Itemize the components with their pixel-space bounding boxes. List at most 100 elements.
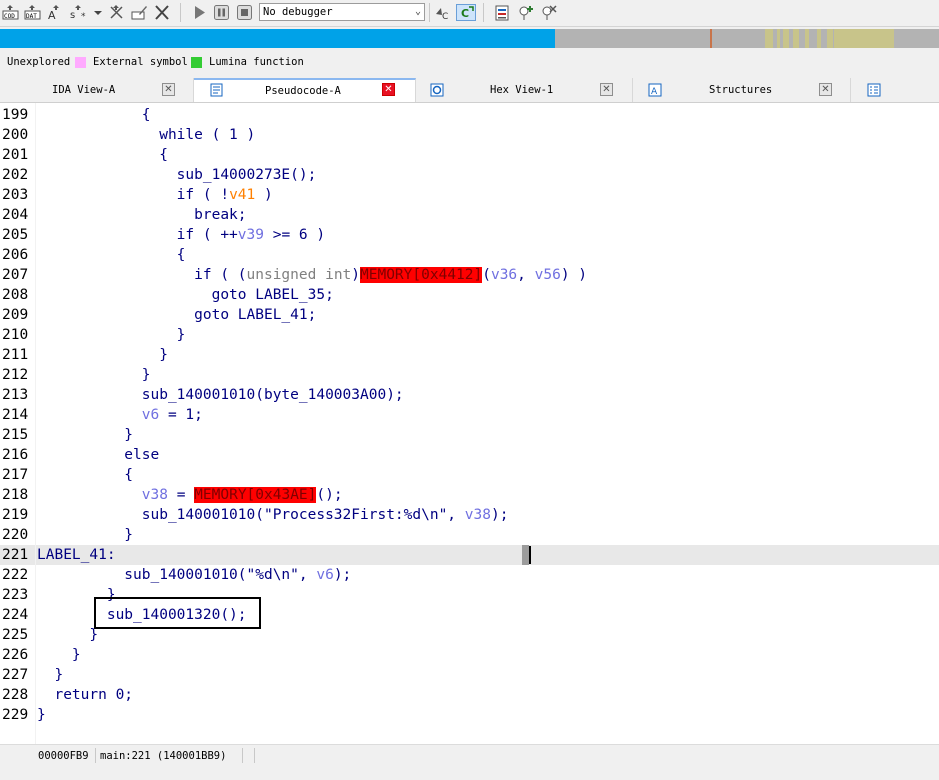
code-token[interactable]: break;	[37, 207, 246, 223]
debugger-select[interactable]: No debugger ⌄	[259, 3, 425, 21]
code-text[interactable]: v38 = MEMORY[0x43AE]();	[37, 485, 343, 505]
code-text[interactable]: {	[37, 145, 168, 165]
code-token[interactable]: unsigned int	[247, 267, 352, 283]
code-text[interactable]: }	[37, 525, 133, 545]
code-token[interactable]: >= 6 )	[264, 227, 325, 243]
code-token[interactable]: =	[168, 487, 194, 503]
code-text[interactable]: sub_140001010(byte_140003A00);	[37, 385, 404, 405]
code-text[interactable]: }	[37, 665, 63, 685]
sync-view-icon[interactable]: C	[456, 4, 476, 21]
code-token[interactable]	[37, 407, 142, 423]
add-breakpoint-icon[interactable]	[518, 4, 535, 21]
code-token[interactable]	[37, 487, 142, 503]
code-text[interactable]: else	[37, 445, 159, 465]
code-text[interactable]: goto LABEL_41;	[37, 305, 316, 325]
pseudocode-editor[interactable]: 229} 228 return 0; 227 } 226 } 225 } 224 sub_…	[0, 103, 939, 744]
code-token[interactable]: }	[37, 647, 81, 663]
code-text[interactable]: sub_140001010("Process32First:%d\n", v38…	[37, 505, 509, 525]
code-token[interactable]: (	[482, 267, 491, 283]
code-token[interactable]: }	[37, 367, 151, 383]
code-line[interactable]: 229}	[0, 705, 939, 725]
code-text[interactable]: if ( (unsigned int)MEMORY[0x4412](v36, v…	[37, 265, 587, 285]
code-token[interactable]: while ( 1 )	[37, 127, 255, 143]
code-line[interactable]: 210 }	[0, 325, 939, 345]
code-text[interactable]: {	[37, 105, 151, 125]
code-line[interactable]: 226 }	[0, 645, 939, 665]
close-icon[interactable]: ✕	[600, 83, 613, 96]
code-token[interactable]: }	[37, 527, 133, 543]
code-line[interactable]: 200 while ( 1 )	[0, 125, 939, 145]
code-line[interactable]: 201 {	[0, 145, 939, 165]
code-line[interactable]: 204 break;	[0, 205, 939, 225]
code-line[interactable]: 202 sub_14000273E();	[0, 165, 939, 185]
code-text[interactable]: }	[37, 425, 133, 445]
code-text[interactable]: }	[37, 705, 46, 725]
code-line[interactable]: 215 }	[0, 425, 939, 445]
variable-token[interactable]: v6	[316, 567, 333, 583]
code-token[interactable]: }	[37, 347, 168, 363]
make-code-icon[interactable]: COD	[2, 4, 19, 21]
code-token[interactable]: if ( !	[37, 187, 229, 203]
code-text[interactable]: }	[37, 325, 186, 345]
code-token[interactable]: sub_140001010("Process32First:%d\n",	[37, 507, 465, 523]
code-token[interactable]: goto LABEL_41;	[37, 307, 316, 323]
code-token[interactable]: ,	[517, 267, 534, 283]
code-text[interactable]: }	[37, 345, 168, 365]
remove-breakpoint-icon[interactable]	[541, 4, 558, 21]
tab-pseudocode-a[interactable]: Pseudocode-A ✕	[194, 78, 416, 102]
code-token[interactable]: {	[37, 247, 186, 263]
code-text[interactable]: goto LABEL_35;	[37, 285, 334, 305]
code-token[interactable]: )	[351, 267, 360, 283]
breakpoint-list-icon[interactable]	[494, 4, 511, 21]
code-text[interactable]: sub_14000273E();	[37, 165, 317, 185]
close-icon[interactable]: ✕	[382, 83, 395, 96]
code-line[interactable]: 216 else	[0, 445, 939, 465]
unresolved-address-token[interactable]: MEMORY[0x43AE]	[194, 487, 317, 503]
code-token[interactable]: sub_140001010("%d\n",	[37, 567, 316, 583]
code-line[interactable]: 213 sub_140001010(byte_140003A00);	[0, 385, 939, 405]
code-text[interactable]: break;	[37, 205, 246, 225]
code-token[interactable]: {	[37, 107, 151, 123]
code-token[interactable]: sub_14000273E();	[37, 167, 317, 183]
code-token[interactable]: LABEL_41:	[37, 547, 116, 563]
tab-structures[interactable]: A Structures ✕	[633, 78, 851, 102]
code-text[interactable]: }	[37, 645, 81, 665]
trace-icon[interactable]: C	[434, 4, 451, 21]
code-token[interactable]: return 0;	[37, 687, 133, 703]
code-text[interactable]: while ( 1 )	[37, 125, 255, 145]
code-token[interactable]: }	[37, 707, 46, 723]
code-token[interactable]: sub_140001010(byte_140003A00);	[37, 387, 404, 403]
unresolved-address-token[interactable]: MEMORY[0x4412]	[360, 267, 483, 283]
code-token[interactable]: }	[37, 327, 186, 343]
code-line[interactable]: 206 {	[0, 245, 939, 265]
make-string-icon[interactable]: A	[46, 4, 63, 21]
code-line[interactable]: 222 sub_140001010("%d\n", v6);	[0, 565, 939, 585]
code-token[interactable]: );	[334, 567, 351, 583]
code-token[interactable]: = 1;	[159, 407, 203, 423]
code-line[interactable]: 219 sub_140001010("Process32First:%d\n",…	[0, 505, 939, 525]
close-icon[interactable]: ✕	[819, 83, 832, 96]
tab-enums[interactable]	[851, 78, 939, 102]
close-icon[interactable]	[153, 4, 171, 21]
code-text[interactable]: if ( ++v39 >= 6 )	[37, 225, 325, 245]
code-token[interactable]: {	[37, 467, 133, 483]
variable-token[interactable]: v56	[535, 267, 561, 283]
close-icon[interactable]: ✕	[162, 83, 175, 96]
variable-token[interactable]: v39	[238, 227, 264, 243]
code-line[interactable]: 218 v38 = MEMORY[0x43AE]();	[0, 485, 939, 505]
code-line[interactable]: 211 }	[0, 345, 939, 365]
code-line[interactable]: 203 if ( !v41 )	[0, 185, 939, 205]
make-data-icon[interactable]: DAT	[24, 4, 41, 21]
code-line[interactable]: 217 {	[0, 465, 939, 485]
code-token[interactable]: )	[255, 187, 273, 203]
code-text[interactable]: v6 = 1;	[37, 405, 203, 425]
code-text[interactable]: return 0;	[37, 685, 133, 705]
tab-ida-view-a[interactable]: IDA View-A ✕	[0, 78, 194, 102]
code-token[interactable]: goto LABEL_35;	[37, 287, 334, 303]
code-text[interactable]: {	[37, 245, 186, 265]
code-token[interactable]: }	[37, 627, 98, 643]
variable-token[interactable]: v38	[465, 507, 491, 523]
tab-hex-view-1[interactable]: Hex View-1 ✕	[416, 78, 633, 102]
code-token[interactable]: {	[37, 147, 168, 163]
code-line[interactable]: 227 }	[0, 665, 939, 685]
